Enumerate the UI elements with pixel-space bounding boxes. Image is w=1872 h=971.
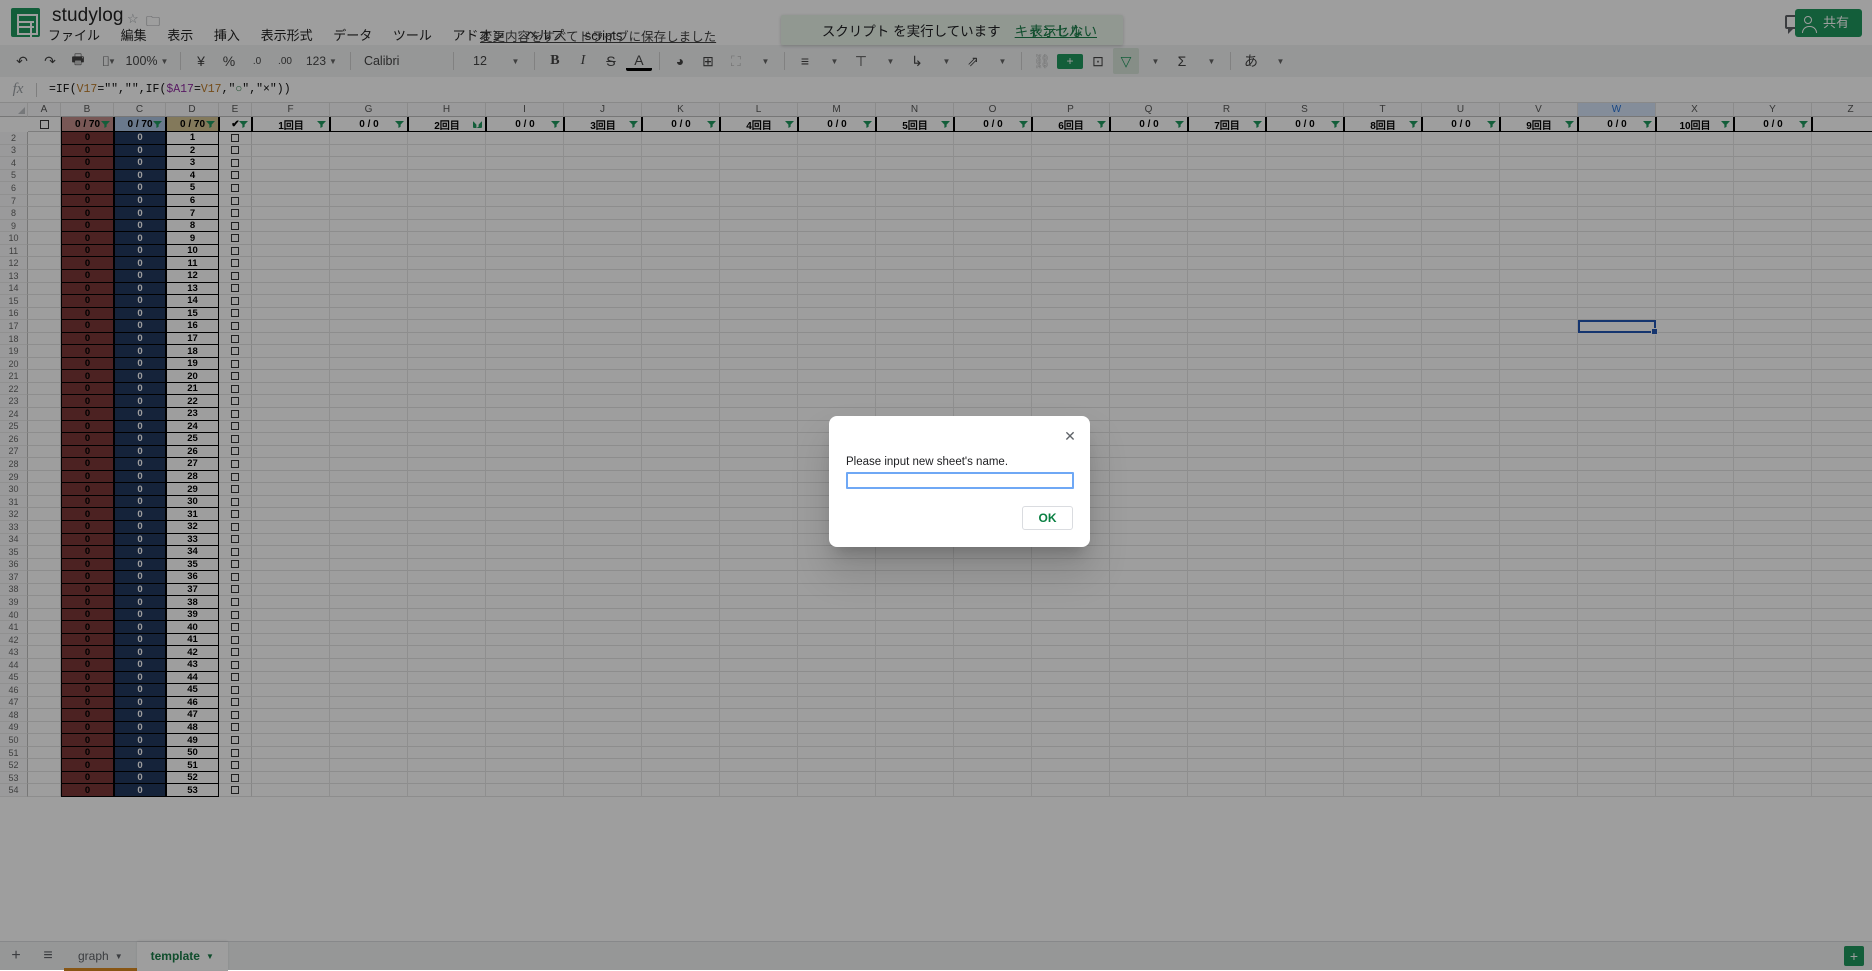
ok-button[interactable]: OK xyxy=(1022,506,1073,530)
close-icon[interactable]: ✕ xyxy=(1062,428,1078,444)
dialog-prompt-label: Please input new sheet's name. xyxy=(846,456,1008,468)
sheet-name-dialog: ✕ Please input new sheet's name. OK xyxy=(829,416,1090,547)
sheet-name-input[interactable] xyxy=(846,472,1074,489)
